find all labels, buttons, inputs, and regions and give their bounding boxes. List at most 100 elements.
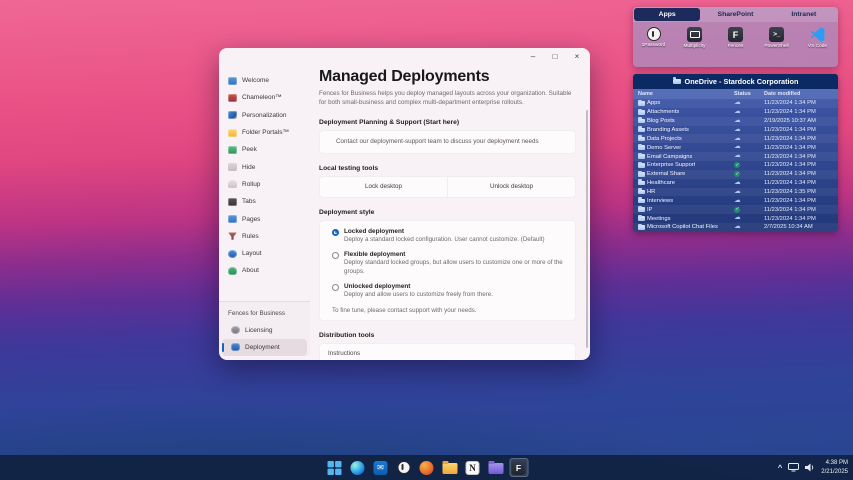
date-modified: 11/23/2024 1:34 PM bbox=[764, 154, 838, 160]
table-row[interactable]: Healthcare11/23/2024 1:34 PM bbox=[633, 179, 838, 188]
powerpoint-button[interactable] bbox=[417, 458, 436, 477]
apps-fence-panel: Apps SharePoint Intranet 1Password Multi… bbox=[633, 7, 838, 67]
outlook-button[interactable]: ✉ bbox=[371, 458, 390, 477]
sidebar-item-pages[interactable]: Pages bbox=[219, 210, 310, 227]
file-name: Microsoft Copilot Chat Files bbox=[647, 224, 718, 230]
table-row[interactable]: Apps11/23/2024 1:34 PM bbox=[633, 99, 838, 108]
1password-button[interactable] bbox=[394, 458, 413, 477]
sidebar-item-folder-portals[interactable]: Folder Portals™ bbox=[219, 124, 310, 141]
option-title: Unlocked deployment bbox=[344, 283, 493, 290]
table-row[interactable]: Email Campaigns11/23/2024 1:34 PM bbox=[633, 152, 838, 161]
folder-icon bbox=[638, 137, 645, 142]
sidebar-item-layout[interactable]: Layout bbox=[219, 245, 310, 262]
sidebar-item-label: Welcome bbox=[242, 77, 269, 84]
table-row[interactable]: Branding Assets11/23/2024 1:34 PM bbox=[633, 126, 838, 135]
edge-browser-button[interactable] bbox=[348, 458, 367, 477]
sidebar-item-tabs[interactable]: Tabs bbox=[219, 193, 310, 210]
column-header-status[interactable]: Status bbox=[734, 91, 764, 97]
shortcut-powershell[interactable]: PowerShell bbox=[758, 27, 796, 49]
sidebar-item-personalization[interactable]: Personalization bbox=[219, 107, 310, 124]
start-button[interactable] bbox=[325, 458, 344, 477]
status-icon bbox=[734, 127, 741, 134]
sidebar-item-licensing[interactable]: Licensing bbox=[222, 321, 307, 338]
column-header-date[interactable]: Date modified bbox=[764, 91, 838, 97]
tab-sharepoint[interactable]: SharePoint bbox=[702, 8, 768, 21]
radio-button[interactable] bbox=[332, 284, 339, 291]
table-row[interactable]: HR11/23/2024 1:35 PM bbox=[633, 188, 838, 197]
sidebar-item-welcome[interactable]: Welcome bbox=[219, 72, 310, 89]
file-name: External Share bbox=[647, 171, 685, 177]
desktop-wallpaper: – □ × Welcome Chameleon™ Personalization… bbox=[0, 0, 853, 480]
table-row[interactable]: Interviews11/23/2024 1:34 PM bbox=[633, 196, 838, 205]
table-row[interactable]: Blog Posts2/19/2025 10:37 AM bbox=[633, 117, 838, 126]
notion-button[interactable]: N bbox=[463, 458, 482, 477]
windows-start-icon bbox=[328, 461, 342, 475]
table-row[interactable]: Enterprise Support11/23/2024 1:34 PM bbox=[633, 161, 838, 170]
sidebar-item-label: Peek bbox=[242, 146, 257, 153]
1password-icon bbox=[647, 27, 661, 41]
fine-tune-note: To fine tune, please contact support wit… bbox=[332, 307, 563, 314]
lock-desktop-button[interactable]: Lock desktop bbox=[320, 177, 448, 197]
radio-button[interactable] bbox=[332, 229, 339, 236]
sidebar-item-chameleon[interactable]: Chameleon™ bbox=[219, 89, 310, 106]
shortcut-label: PowerShell bbox=[764, 44, 788, 49]
rollup-icon bbox=[228, 180, 237, 188]
close-icon[interactable]: × bbox=[570, 50, 584, 63]
maximize-icon[interactable]: □ bbox=[548, 50, 562, 63]
folder-icon bbox=[638, 216, 645, 221]
shortcut-fences[interactable]: Fences bbox=[717, 27, 755, 49]
window-titlebar[interactable]: – □ × bbox=[219, 48, 590, 66]
fences-app-button[interactable]: F bbox=[509, 458, 528, 477]
sidebar-item-deployment[interactable]: Deployment bbox=[222, 339, 307, 356]
status-icon bbox=[734, 207, 740, 213]
sidebar-item-peek[interactable]: Peek bbox=[219, 141, 310, 158]
table-row[interactable]: IP11/23/2024 1:34 PM bbox=[633, 205, 838, 214]
sidebar-item-about[interactable]: About bbox=[219, 262, 310, 279]
shortcut-multiplicity[interactable]: Multiplicity bbox=[676, 27, 714, 49]
sidebar-item-rollup[interactable]: Rollup bbox=[219, 176, 310, 193]
taskbar-clock[interactable]: 4:38 PM 2/21/2025 bbox=[821, 459, 848, 477]
planning-support-card[interactable]: Contact our deployment-support team to d… bbox=[319, 130, 576, 154]
minimize-icon[interactable]: – bbox=[526, 50, 540, 63]
radio-option-unlocked[interactable]: Unlocked deployment Deploy and allow use… bbox=[332, 283, 563, 300]
folder-icon bbox=[638, 145, 645, 150]
table-row[interactable]: Data Projects11/23/2024 1:34 PM bbox=[633, 134, 838, 143]
table-row[interactable]: Demo Server11/23/2024 1:34 PM bbox=[633, 143, 838, 152]
date-modified: 11/23/2024 1:34 PM bbox=[764, 180, 838, 186]
instructions-label: Instructions bbox=[328, 350, 575, 357]
sidebar-item-hide[interactable]: Hide bbox=[219, 158, 310, 175]
table-row[interactable]: External Share11/23/2024 1:34 PM bbox=[633, 170, 838, 179]
option-title: Locked deployment bbox=[344, 228, 545, 235]
portal-title-bar[interactable]: OneDrive - Stardock Corporation bbox=[633, 74, 838, 89]
date-modified: 11/23/2024 1:34 PM bbox=[764, 198, 838, 204]
radio-option-flexible[interactable]: Flexible deployment Deploy standard lock… bbox=[332, 251, 563, 277]
table-row[interactable]: Attachments11/23/2024 1:34 PM bbox=[633, 108, 838, 117]
table-row[interactable]: Microsoft Copilot Chat Files2/7/2025 10:… bbox=[633, 223, 838, 232]
licensing-icon bbox=[231, 326, 240, 334]
column-header-name[interactable]: Name bbox=[633, 91, 734, 97]
tab-apps[interactable]: Apps bbox=[634, 8, 700, 21]
chevron-up-icon[interactable]: ^ bbox=[778, 463, 782, 472]
speaker-icon[interactable] bbox=[805, 463, 815, 472]
radio-button[interactable] bbox=[332, 252, 339, 259]
shortcut-vscode[interactable]: VS Code bbox=[799, 27, 837, 49]
column-header-row: Name Status Date modified bbox=[633, 89, 838, 99]
radio-option-locked[interactable]: Locked deployment Deploy a standard lock… bbox=[332, 228, 563, 245]
purple-folder-button[interactable] bbox=[486, 458, 505, 477]
table-row[interactable]: Meetings11/23/2024 1:34 PM bbox=[633, 214, 838, 223]
tab-intranet[interactable]: Intranet bbox=[771, 8, 837, 21]
folder-icon bbox=[228, 129, 237, 137]
display-tray-icon[interactable] bbox=[788, 463, 799, 472]
multiplicity-icon bbox=[687, 27, 702, 42]
onedrive-folder-portal: OneDrive - Stardock Corporation Name Sta… bbox=[633, 74, 838, 232]
date-modified: 11/23/2024 1:35 PM bbox=[764, 189, 838, 195]
sidebar-item-rules[interactable]: Rules bbox=[219, 228, 310, 245]
unlock-desktop-button[interactable]: Unlock desktop bbox=[448, 177, 575, 197]
folder-icon bbox=[638, 181, 645, 186]
sidebar-item-label: About bbox=[242, 267, 259, 274]
file-explorer-button[interactable] bbox=[440, 458, 459, 477]
content-scrollbar[interactable] bbox=[586, 110, 588, 348]
shortcut-1password[interactable]: 1Password bbox=[635, 27, 673, 48]
sidebar-item-label: Chameleon™ bbox=[242, 94, 282, 101]
fences-icon bbox=[728, 27, 743, 42]
